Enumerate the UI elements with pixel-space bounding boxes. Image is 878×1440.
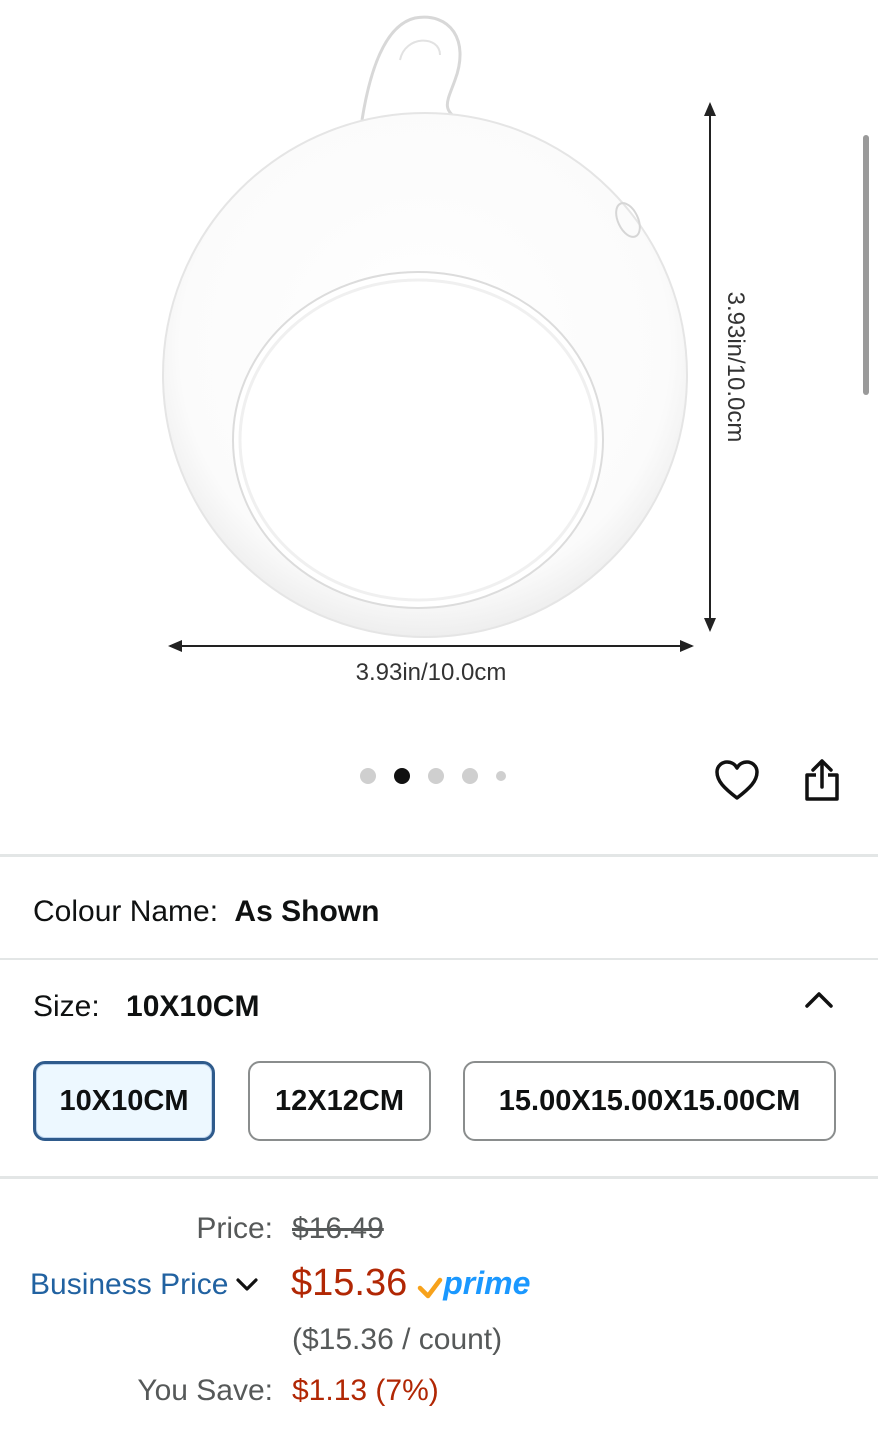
- heart-icon: [715, 760, 759, 800]
- unit-price: ($15.36 / count): [292, 1323, 503, 1356]
- carousel-dot[interactable]: [428, 768, 444, 784]
- size-option-12x12[interactable]: 12X12CM: [248, 1061, 431, 1141]
- colour-label: Colour Name:: [33, 895, 219, 928]
- size-option-15x15x15[interactable]: 15.00X15.00X15.00CM: [463, 1061, 836, 1141]
- prime-badge: prime: [443, 1265, 531, 1301]
- you-save-value: $1.13 (7%): [292, 1374, 439, 1407]
- colour-value: As Shown: [234, 895, 380, 928]
- you-save-label: You Save:: [137, 1374, 273, 1407]
- business-price-label: Business Price: [30, 1268, 229, 1301]
- prime-check-icon: [417, 1277, 443, 1298]
- business-price: $15.36: [291, 1262, 408, 1304]
- carousel-dot[interactable]: [496, 771, 506, 781]
- chevron-down-icon: [236, 1278, 259, 1291]
- share-button[interactable]: [797, 755, 847, 805]
- carousel-dot[interactable]: [462, 768, 478, 784]
- size-row: Size: 10X10CM: [33, 990, 259, 1024]
- carousel-dot[interactable]: [360, 768, 376, 784]
- size-label: Size:: [33, 990, 100, 1023]
- size-option-10x10[interactable]: 10X10CM: [33, 1061, 215, 1141]
- width-dimension-label: 3.93in/10.0cm: [356, 659, 507, 686]
- product-image[interactable]: 3.93in/10.0cm 3.93in/10.0cm: [0, 0, 878, 740]
- wishlist-button[interactable]: [712, 755, 762, 805]
- colour-row: Colour Name: As Shown: [33, 895, 379, 929]
- collapse-size-button[interactable]: [801, 982, 837, 1018]
- image-carousel-dots: [360, 768, 524, 784]
- share-icon: [805, 759, 839, 801]
- carousel-dot-active[interactable]: [394, 768, 410, 784]
- size-value: 10X10CM: [126, 990, 260, 1023]
- chevron-up-icon: [805, 992, 833, 1008]
- business-price-row: $15.36 prime: [291, 1262, 530, 1305]
- section-divider: [0, 958, 878, 960]
- business-price-toggle[interactable]: Business Price: [30, 1268, 260, 1302]
- scrollbar[interactable]: [863, 135, 869, 395]
- section-divider: [0, 854, 878, 857]
- list-price: $16.49: [292, 1212, 384, 1245]
- price-label: Price:: [196, 1212, 273, 1245]
- height-dimension-label: 3.93in/10.0cm: [722, 292, 749, 443]
- section-divider: [0, 1176, 878, 1179]
